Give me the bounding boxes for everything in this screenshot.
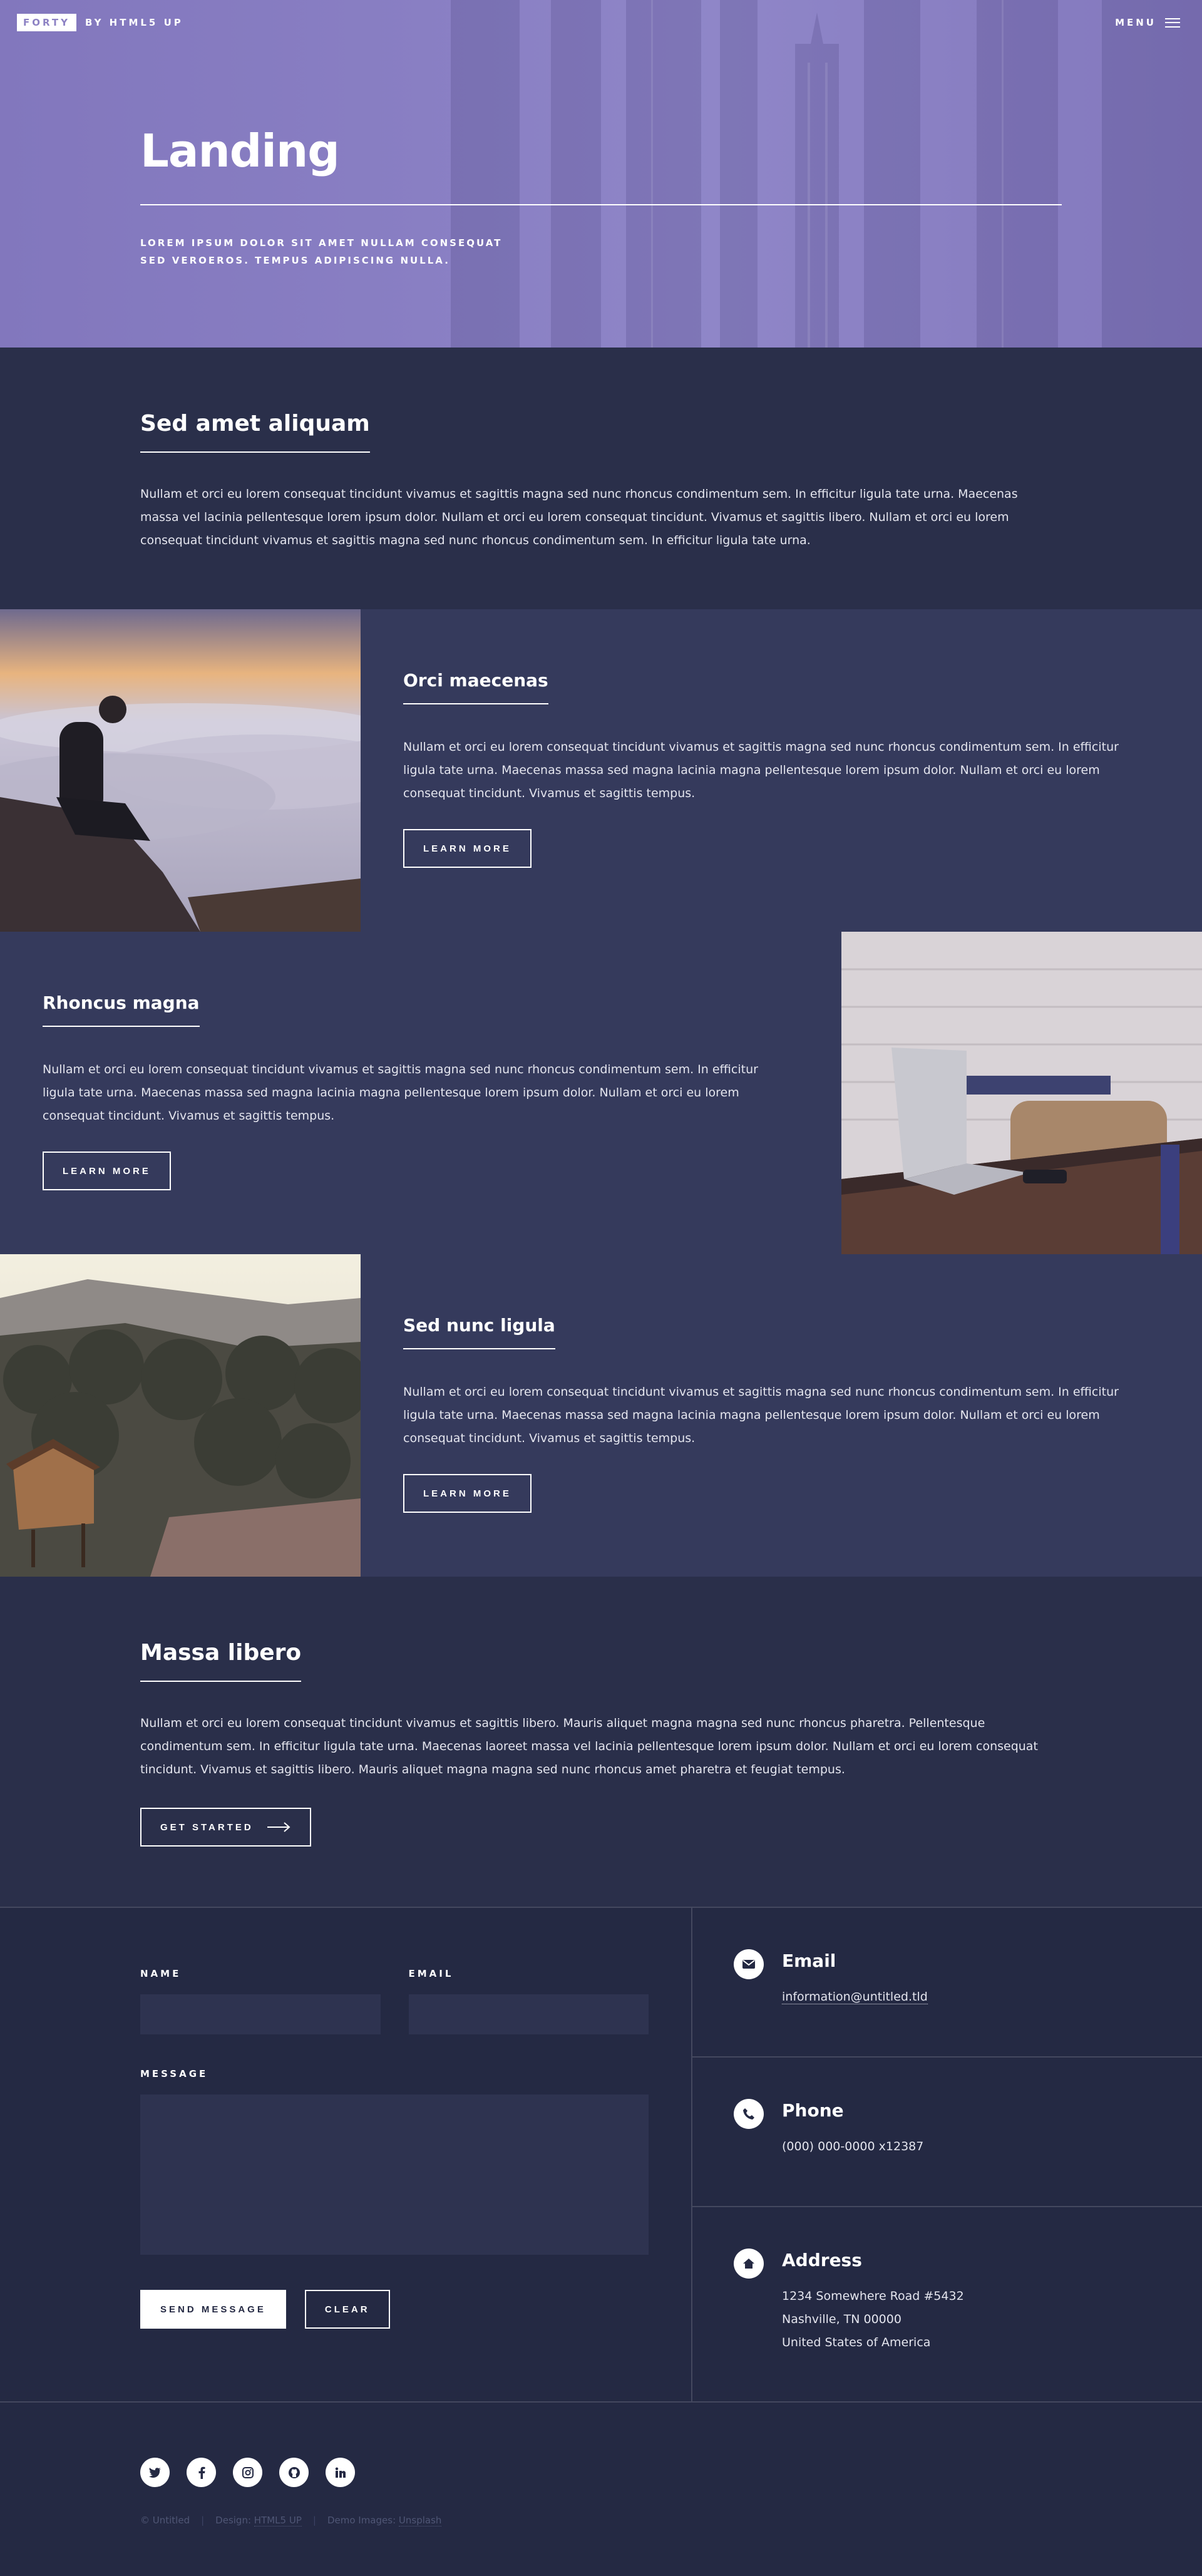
address-info: Address 1234 Somewhere Road #5432 Nashvi… [692, 2207, 1202, 2401]
clear-button[interactable]: CLEAR [304, 2290, 390, 2329]
email-label: EMAIL [408, 1968, 454, 1979]
intro-text: Nullam et orci eu lorem consequat tincid… [140, 487, 1018, 547]
copyright-separator: | [201, 2515, 205, 2526]
contact-info: Email information@untitled.tld Phone (00… [692, 1908, 1202, 2401]
spotlight-3-title: Sed nunc ligula [403, 1315, 555, 1336]
get-started-underline [140, 1681, 302, 1682]
email-link[interactable]: information@untitled.tld [782, 1990, 928, 2004]
copyright-separator: | [312, 2515, 316, 2526]
spotlight-1-image[interactable] [0, 609, 361, 932]
spotlight-3: Sed nunc ligula Nullam et orci eu lorem … [0, 1254, 1202, 1577]
spotlight-1-underline [403, 703, 548, 704]
menu-toggle[interactable]: MENU [1115, 17, 1180, 28]
name-field[interactable] [140, 1994, 381, 2034]
banner-subtitle-line-1: LOREM IPSUM DOLOR SIT AMET NULLAM CONSEQ… [140, 237, 503, 249]
design-credit: Design: HTML5 UP [215, 2515, 302, 2527]
phone-info: Phone (000) 000-0000 x12387 [692, 2058, 1202, 2207]
demo-credit: Demo Images: Unsplash [327, 2515, 442, 2527]
cabin-in-forest-image [0, 1254, 361, 1577]
email-info: Email information@untitled.tld [692, 1908, 1202, 2058]
design-link[interactable]: HTML5 UP [254, 2515, 302, 2527]
address-title: Address [782, 2250, 862, 2270]
phone-icon [734, 2099, 764, 2129]
banner-subtitle-line-2: SED VEROEROS. TEMPUS ADIPISCING NULLA. [140, 255, 450, 266]
get-started-section: Massa libero Nullam et orci eu lorem con… [0, 1577, 1202, 1907]
spotlight-2-learn-more-button[interactable]: LEARN MORE [43, 1151, 171, 1190]
get-started-text: Nullam et orci eu lorem consequat tincid… [140, 1716, 1038, 1776]
get-started-button[interactable]: GET STARTED [140, 1808, 311, 1847]
spotlight-2-title: Rhoncus magna [43, 992, 200, 1013]
address-line-2: Nashville, TN 00000 [782, 2312, 902, 2326]
spotlight-2-text: Nullam et orci eu lorem consequat tincid… [43, 1063, 758, 1123]
intro-title: Sed amet aliquam [140, 411, 370, 436]
spotlight-2-image[interactable] [841, 932, 1202, 1254]
banner: Landing LOREM IPSUM DOLOR SIT AMET NULLA… [0, 0, 1202, 348]
demo-link[interactable]: Unsplash [398, 2515, 442, 2527]
spotlight-3-learn-more-button[interactable]: LEARN MORE [403, 1474, 532, 1513]
banner-subtitle: LOREM IPSUM DOLOR SIT AMET NULLAM CONSEQ… [140, 234, 1062, 269]
spotlight-3-underline [403, 1348, 555, 1349]
github-icon[interactable] [279, 2458, 309, 2487]
name-label: NAME [140, 1968, 182, 1979]
message-label: MESSAGE [140, 2068, 208, 2079]
phone-value: (000) 000-0000 x12387 [782, 2140, 924, 2153]
spotlight-1: Orci maecenas Nullam et orci eu lorem co… [0, 609, 1202, 932]
arrow-right-icon [267, 1822, 290, 1832]
laptop-on-desk-image [841, 932, 1202, 1254]
home-icon [734, 2249, 764, 2279]
spotlight-1-text: Nullam et orci eu lorem consequat tincid… [403, 740, 1119, 800]
send-message-button[interactable]: SEND MESSAGE [140, 2290, 286, 2329]
spotlight-3-image[interactable] [0, 1254, 361, 1577]
get-started-label: GET STARTED [160, 1821, 254, 1833]
banner-title: Landing [140, 125, 340, 177]
intro-section: Sed amet aliquam Nullam et orci eu lorem… [0, 348, 1202, 609]
contact-section: NAME EMAIL MESSAGE SEND MESSAGE CLEAR Em… [0, 1907, 1202, 2401]
banner-divider [140, 204, 1062, 205]
person-above-clouds-image [0, 609, 361, 932]
spotlight-1-title: Orci maecenas [403, 670, 548, 691]
address-line-3: United States of America [782, 2336, 931, 2349]
copyright: © Untitled | Design: HTML5 UP | Demo Ima… [140, 2515, 1202, 2527]
spotlight-2-underline [43, 1026, 200, 1027]
instagram-icon[interactable] [233, 2458, 262, 2487]
intro-title-underline [140, 451, 370, 453]
phone-title: Phone [782, 2100, 844, 2121]
footer: © Untitled | Design: HTML5 UP | Demo Ima… [0, 2401, 1202, 2576]
envelope-icon [734, 1949, 764, 1979]
social-icons [140, 2458, 1202, 2487]
message-field[interactable] [140, 2094, 649, 2255]
demo-label: Demo Images: [327, 2515, 396, 2526]
site-header: FORTY BY HTML5 UP MENU [0, 0, 1202, 45]
spotlight-1-learn-more-button[interactable]: LEARN MORE [403, 829, 532, 868]
address-line-1: 1234 Somewhere Road #5432 [782, 2289, 964, 2303]
copyright-text: © Untitled [140, 2515, 190, 2526]
twitter-icon[interactable] [140, 2458, 170, 2487]
contact-form: NAME EMAIL MESSAGE SEND MESSAGE CLEAR [0, 1908, 692, 2401]
spotlight-2: Rhoncus magna Nullam et orci eu lorem co… [0, 932, 1202, 1254]
menu-label[interactable]: MENU [1115, 17, 1156, 28]
design-label: Design: [215, 2515, 252, 2526]
get-started-title: Massa libero [140, 1640, 302, 1666]
logo[interactable]: FORTY BY HTML5 UP [17, 14, 183, 31]
email-title: Email [782, 1950, 836, 1971]
linkedin-icon[interactable] [326, 2458, 355, 2487]
logo-box[interactable]: FORTY [17, 14, 76, 31]
facebook-icon[interactable] [187, 2458, 216, 2487]
hamburger-icon[interactable] [1165, 18, 1180, 28]
spotlight-3-text: Nullam et orci eu lorem consequat tincid… [403, 1385, 1119, 1445]
logo-byline[interactable]: BY HTML5 UP [85, 17, 183, 28]
email-field[interactable] [408, 1994, 649, 2034]
